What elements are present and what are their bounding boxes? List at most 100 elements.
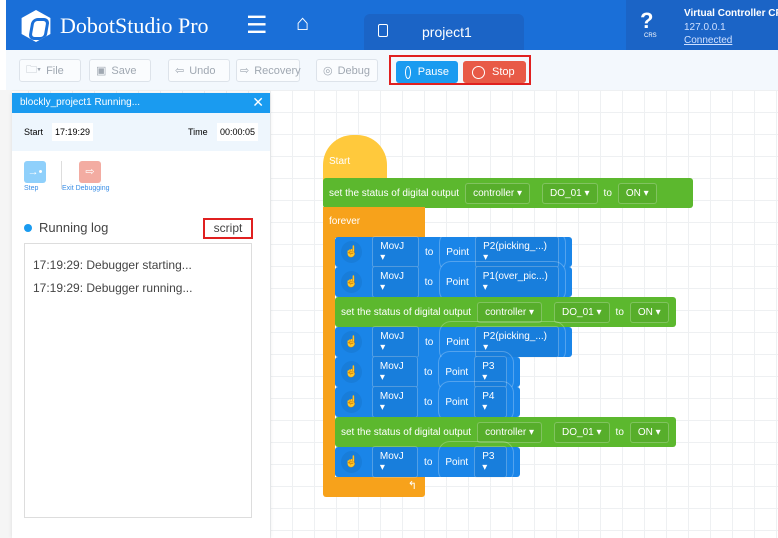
debug-label: Debug: [337, 64, 371, 77]
time-label: Time: [188, 127, 208, 137]
forever-block[interactable]: forever: [323, 207, 425, 238]
motion-type-dropdown[interactable]: MovJ ▾: [371, 446, 419, 478]
target-dropdown[interactable]: controller ▾: [477, 301, 543, 323]
file-button[interactable]: 🗀▾ File: [19, 59, 81, 82]
start-time: 17:19:29: [52, 123, 94, 141]
port-dropdown[interactable]: DO_01 ▾: [542, 182, 598, 204]
home-icon[interactable]: ⌂: [296, 10, 309, 36]
recovery-button[interactable]: ⇨ Recovery: [236, 59, 301, 82]
pause-button[interactable]: Pause: [396, 61, 458, 83]
file-label: File: [46, 64, 64, 77]
controller-ip: 127.0.0.1: [684, 22, 726, 33]
movj-block[interactable]: ☝ MovJ ▾ to Point P3 ▾: [335, 441, 520, 483]
undo-icon: ⇦: [175, 65, 185, 77]
to-label: to: [615, 306, 624, 318]
set-do-label: set the status of digital output: [341, 306, 472, 318]
movj-block[interactable]: ☝ MovJ ▾ to Point P4 ▾: [335, 381, 520, 423]
motion-type-dropdown[interactable]: MovJ ▾: [371, 386, 419, 418]
undo-button[interactable]: ⇦ Undo: [168, 59, 230, 82]
target-dropdown[interactable]: controller ▾: [465, 182, 531, 204]
port-dropdown[interactable]: DO_01 ▾: [554, 301, 610, 323]
debug-icon: ◎: [323, 65, 333, 77]
point-dropdown[interactable]: P4 ▾: [474, 386, 507, 418]
app-title: DobotStudio Pro: [60, 13, 209, 38]
to-label: to: [424, 336, 434, 348]
stop-label: Stop: [492, 66, 515, 78]
motion-type-dropdown[interactable]: MovJ ▾: [371, 356, 419, 388]
to-label: to: [424, 246, 434, 258]
elapsed-time: 00:00:05: [217, 123, 259, 141]
step-icon[interactable]: →•: [24, 161, 46, 183]
exit-debugging-label[interactable]: Exit Debugging: [62, 185, 109, 192]
value-dropdown[interactable]: ON ▾: [617, 182, 657, 204]
point-label: Point: [445, 366, 469, 378]
menu-icon[interactable]: ☰: [246, 11, 268, 40]
log-output: 17:19:29: Debugger starting... 17:19:29:…: [24, 243, 252, 518]
hand-pointer-icon[interactable]: ☝: [341, 331, 363, 353]
point-selector[interactable]: Point P3 ▾: [438, 441, 514, 483]
save-button[interactable]: ▣ Save: [89, 59, 151, 82]
pause-label: Pause: [417, 66, 449, 78]
motion-type-dropdown[interactable]: MovJ ▾: [372, 326, 419, 358]
set-do-block[interactable]: set the status of digital output control…: [323, 178, 693, 208]
motion-type-dropdown[interactable]: MovJ ▾: [372, 266, 419, 298]
point-dropdown[interactable]: P1(over_pic...) ▾: [474, 266, 559, 298]
log-line: 17:19:29: Debugger starting...: [33, 258, 192, 272]
port-dropdown[interactable]: DO_01 ▾: [554, 421, 610, 443]
toolbar: 🗀▾ File ▣ Save ⇦ Undo ⇨ Recovery ◎ Debug Paus…: [6, 50, 778, 90]
point-label: Point: [446, 336, 470, 348]
close-icon[interactable]: ✕: [252, 94, 264, 111]
loop-arrow-icon: ↰: [323, 477, 425, 497]
script-button[interactable]: script: [203, 218, 253, 239]
panel-header: blockly_project1 Running... ✕: [12, 93, 270, 113]
to-label: to: [424, 396, 433, 408]
save-icon: ▣: [96, 65, 107, 77]
set-do-label: set the status of digital output: [341, 426, 472, 438]
save-label: Save: [111, 64, 137, 77]
redo-icon: ⇨: [240, 65, 250, 77]
motion-type-dropdown[interactable]: MovJ ▾: [372, 236, 419, 268]
step-button-label[interactable]: Step: [24, 185, 38, 192]
hand-pointer-icon[interactable]: ☝: [341, 241, 363, 263]
forever-label: forever: [329, 216, 361, 227]
target-dropdown[interactable]: controller ▾: [477, 421, 543, 443]
to-label: to: [424, 366, 433, 378]
to-label: to: [615, 426, 624, 438]
tab-project1[interactable]: project1: [364, 14, 524, 50]
status-dot: [24, 224, 32, 232]
run-info: Start 17:19:29 Time 00:00:05: [12, 113, 270, 151]
movj-block[interactable]: ☝ MovJ ▾ to Point P1(over_pic...) ▾: [335, 261, 572, 303]
exit-debugging-icon[interactable]: ⇨: [79, 161, 101, 183]
stop-button[interactable]: Stop: [463, 61, 526, 83]
hand-pointer-icon[interactable]: ☝: [341, 391, 362, 413]
hand-pointer-icon[interactable]: ☝: [341, 451, 362, 473]
value-dropdown[interactable]: ON ▾: [629, 421, 669, 443]
log-line: 17:19:29: Debugger running...: [33, 281, 193, 295]
point-label: Point: [445, 396, 469, 408]
value-dropdown[interactable]: ON ▾: [629, 301, 669, 323]
hand-pointer-icon[interactable]: ☝: [341, 271, 363, 293]
start-label: Start: [329, 156, 351, 167]
to-label: to: [424, 456, 433, 468]
stop-icon: [472, 65, 485, 79]
set-do-label: set the status of digital output: [329, 187, 460, 199]
file-icon: [378, 24, 388, 37]
to-label: to: [424, 276, 433, 288]
undo-label: Undo: [189, 64, 216, 77]
recovery-label: Recovery: [254, 64, 301, 77]
robot-arm-icon: ?: [640, 8, 654, 33]
controller-status[interactable]: ? CRS Virtual Controller CR5 127.0.0.1 C…: [626, 0, 778, 50]
pause-icon: [405, 65, 411, 79]
debug-button[interactable]: ◎ Debug: [316, 59, 378, 82]
controller-name: Virtual Controller CR5: [684, 8, 778, 19]
tab-label: project1: [422, 24, 472, 40]
debug-panel: blockly_project1 Running... ✕ Start 17:1…: [12, 93, 270, 538]
robot-model-label: CRS: [644, 33, 657, 39]
panel-title: blockly_project1 Running...: [20, 97, 141, 108]
point-dropdown[interactable]: P3 ▾: [474, 446, 507, 478]
highlight-box: Pause Stop: [389, 55, 531, 85]
connection-status-link[interactable]: Connected: [684, 35, 732, 46]
point-label: Point: [445, 276, 469, 288]
point-label: Point: [445, 456, 469, 468]
hand-pointer-icon[interactable]: ☝: [341, 361, 362, 383]
